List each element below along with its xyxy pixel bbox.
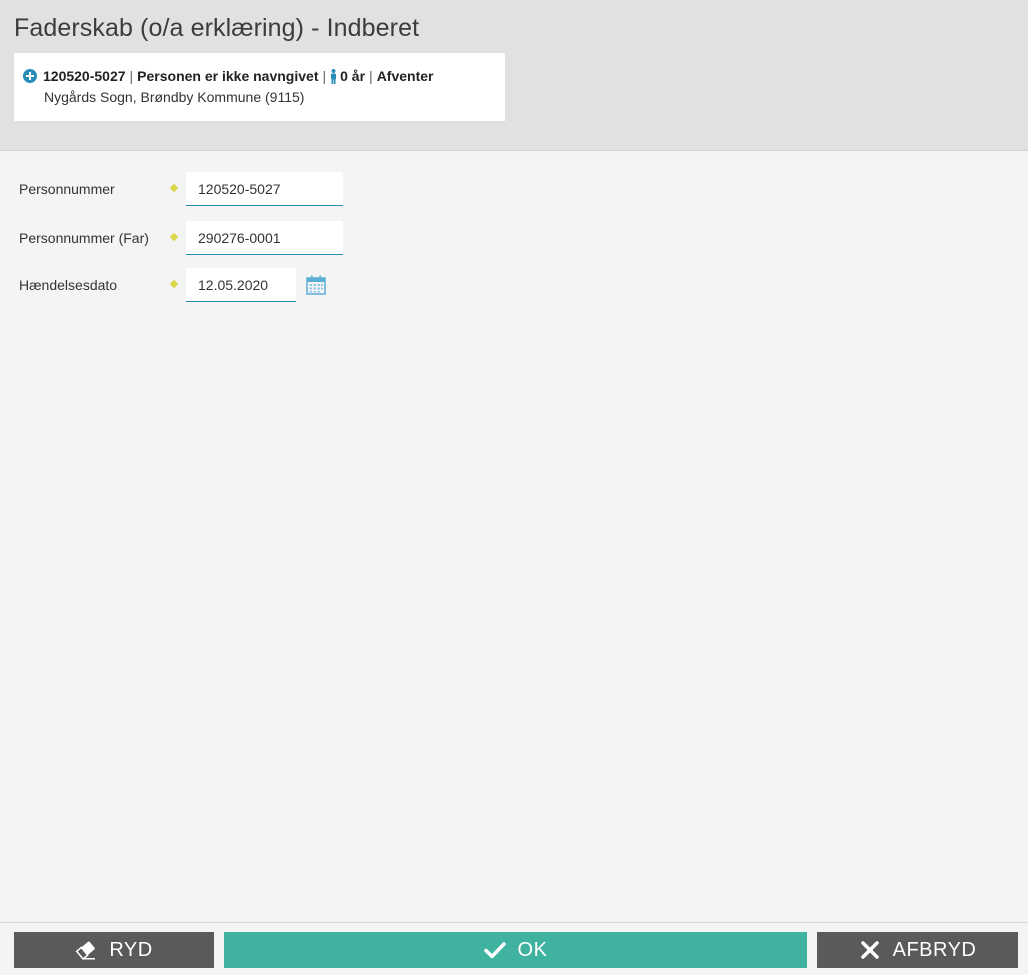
ok-button[interactable]: OK bbox=[224, 932, 807, 968]
required-marker bbox=[169, 232, 179, 242]
required-marker bbox=[169, 279, 179, 289]
haendelsesdato-input[interactable] bbox=[186, 268, 296, 302]
person-name-status: Personen er ikke navngivet bbox=[137, 68, 319, 84]
header: Faderskab (o/a erklæring) - Indberet 120… bbox=[0, 0, 1028, 151]
personnummer-far-label: Personnummer (Far) bbox=[19, 230, 149, 246]
personnummer-input[interactable] bbox=[186, 172, 343, 206]
close-icon bbox=[859, 939, 881, 961]
required-marker bbox=[169, 183, 179, 193]
ok-button-label: OK bbox=[517, 938, 548, 961]
page-title: Faderskab (o/a erklæring) - Indberet bbox=[14, 14, 420, 42]
eraser-icon bbox=[75, 939, 97, 961]
ryd-button-label: RYD bbox=[109, 938, 153, 961]
footer-toolbar: RYD OK AFBRYD bbox=[0, 922, 1028, 975]
person-summary: 120520-5027 | Personen er ikke navngivet… bbox=[23, 68, 433, 84]
ryd-button[interactable]: RYD bbox=[14, 932, 214, 968]
calendar-icon[interactable] bbox=[306, 275, 326, 295]
afbryd-button-label: AFBRYD bbox=[892, 938, 977, 961]
personnummer-label: Personnummer bbox=[19, 181, 115, 197]
personnummer-far-input[interactable] bbox=[186, 221, 343, 255]
plus-circle-icon[interactable] bbox=[23, 69, 37, 83]
afbryd-button[interactable]: AFBRYD bbox=[817, 932, 1018, 968]
check-icon bbox=[483, 939, 506, 961]
separator: | bbox=[129, 68, 134, 84]
person-cpr: 120520-5027 bbox=[43, 68, 126, 84]
haendelsesdato-label: Hændelsesdato bbox=[19, 277, 118, 293]
separator: | bbox=[369, 68, 373, 84]
person-location: Nygårds Sogn, Brøndby Kommune (9115) bbox=[44, 89, 305, 105]
person-icon bbox=[330, 68, 337, 84]
person-age: 0 år bbox=[340, 68, 366, 84]
separator: | bbox=[322, 68, 327, 84]
person-card: 120520-5027 | Personen er ikke navngivet… bbox=[14, 53, 505, 121]
person-status: Afventer bbox=[376, 68, 434, 84]
